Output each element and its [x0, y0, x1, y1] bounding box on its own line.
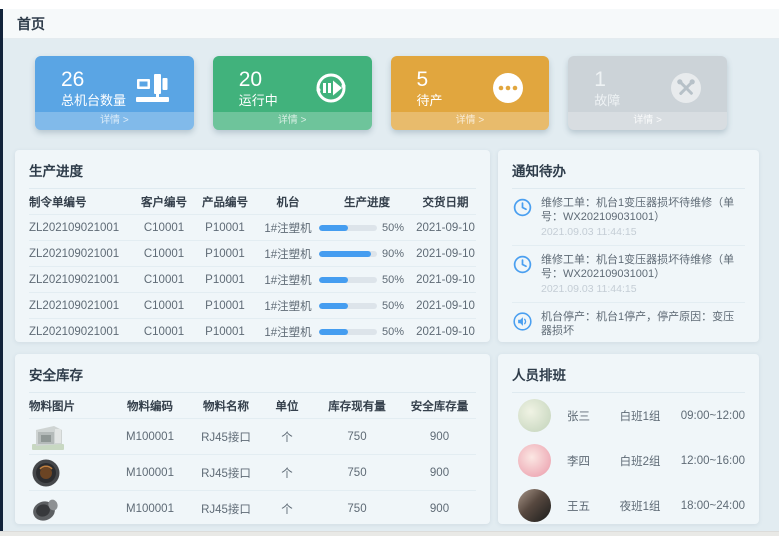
progress-bar — [319, 329, 377, 335]
production-panel: 生产进度 制令单编号 客户编号 产品编号 机台 生产进度 交货日期 ZL2021… — [15, 150, 490, 342]
inventory-row: M100001 RJ45接口 个 750 900 — [29, 455, 476, 491]
tools-icon — [665, 67, 707, 109]
notification-item[interactable]: 机台停产：机台1停产，停产原因：变压器损坏 2021.09.03 11:44:1… — [512, 303, 745, 342]
production-header-row: 制令单编号 客户编号 产品编号 机台 生产进度 交货日期 — [29, 189, 476, 215]
schedule-panel: 人员排班 张三 白班1组 09:00~12:00 李四 白班2组 12:00~1… — [498, 354, 759, 524]
stat-label: 故障 — [594, 92, 620, 109]
clock-icon — [512, 197, 533, 218]
notification-item[interactable]: 维修工单：机台1变压器损坏待维修（单号：WX202109031001） 2021… — [512, 246, 745, 303]
stat-value: 5 — [417, 68, 443, 92]
card-detail-link[interactable]: 详情 > — [213, 112, 372, 130]
notification-time: 2021.09.03 11:44:15 — [541, 283, 745, 296]
progress-bar — [319, 225, 377, 231]
stat-value: 20 — [239, 68, 278, 92]
stat-label: 总机台数量 — [61, 92, 126, 109]
tab-home[interactable]: 首页 — [17, 14, 45, 34]
panel-title-notifications: 通知待办 — [512, 150, 745, 189]
progress-label: 50% — [382, 274, 404, 286]
inventory-header-row: 物料图片 物料编码 物料名称 单位 库存现有量 安全库存量 — [29, 393, 476, 419]
avatar-photo — [518, 489, 551, 522]
inventory-panel: 安全库存 物料图片 物料编码 物料名称 单位 库存现有量 安全库存量 — [15, 354, 490, 524]
clock-icon — [512, 254, 533, 275]
running-icon — [310, 67, 352, 109]
shift-label: 夜班1组 — [620, 498, 681, 514]
avatar-scenic — [518, 399, 551, 432]
inventory-row: M100001 RJ45接口 个 750 900 — [29, 419, 476, 455]
person-name: 张三 — [567, 408, 620, 424]
tab-bar: 首页 — [3, 9, 779, 39]
production-row: ZL202109021001 C10001 P10001 1#注塑机 90% 2… — [29, 241, 476, 267]
stat-label: 待产 — [417, 92, 443, 109]
notification-time: 2021.09.03 11:44:15 — [541, 226, 745, 239]
production-row: ZL202109021001 C10001 P10001 1#注塑机 50% 2… — [29, 267, 476, 293]
inventory-row: M100001 RJ45接口 个 750 900 — [29, 491, 476, 524]
production-row: ZL202109021001 C10001 P10001 1#注塑机 50% 2… — [29, 319, 476, 342]
window-bottom-strip — [0, 531, 779, 536]
card-detail-link[interactable]: 详情 > — [35, 112, 194, 130]
speaker-round-image — [29, 458, 63, 488]
window-top-strip — [0, 0, 779, 9]
dashboard-content: 26 总机台数量 详情 > 20 运行中 — [3, 39, 779, 531]
stat-value: 26 — [61, 68, 126, 92]
production-row: ZL202109021001 C10001 P10001 1#注塑机 50% 2… — [29, 215, 476, 241]
progress-label: 50% — [382, 300, 404, 312]
panel-title-schedule: 人员排班 — [512, 354, 745, 393]
schedule-row: 李四 白班2组 12:00~16:00 — [512, 438, 745, 483]
stat-card-running[interactable]: 20 运行中 详情 > — [213, 56, 372, 130]
shift-time: 18:00~24:00 — [681, 500, 745, 512]
machine-icon — [132, 67, 174, 109]
progress-label: 50% — [382, 222, 404, 234]
panel-title-inventory: 安全库存 — [29, 354, 476, 393]
shift-time: 09:00~12:00 — [681, 410, 745, 422]
card-detail-link[interactable]: 详情 > — [568, 112, 727, 130]
progress-bar — [319, 303, 377, 309]
progress-bar — [319, 277, 377, 283]
speaker-icon — [512, 311, 533, 332]
ellipsis-icon — [487, 67, 529, 109]
production-row: ZL202109021001 C10001 P10001 1#注塑机 50% 2… — [29, 293, 476, 319]
notification-text: 维修工单：机台1变压器损坏待维修（单号：WX202109031001） — [541, 253, 745, 281]
stat-value: 1 — [594, 68, 620, 92]
panel-title-production: 生产进度 — [29, 150, 476, 189]
notification-text: 维修工单：机台1变压器损坏待维修（单号：WX202109031001） — [541, 196, 745, 224]
notification-time: 2021.09.03 11:44:15 — [541, 340, 745, 342]
shift-label: 白班2组 — [620, 453, 681, 469]
card-detail-link[interactable]: 详情 > — [391, 112, 550, 130]
notifications-panel: 通知待办 维修工单：机台1变压器损坏待维修（单号：WX202109031001）… — [498, 150, 759, 342]
progress-label: 90% — [382, 248, 404, 260]
stat-cards: 26 总机台数量 详情 > 20 运行中 — [35, 56, 727, 130]
stat-card-fault[interactable]: 1 故障 详情 > — [568, 56, 727, 130]
shift-time: 12:00~16:00 — [681, 455, 745, 467]
stat-card-pending[interactable]: 5 待产 详情 > — [391, 56, 550, 130]
rj45-image — [29, 422, 67, 452]
panels-grid: 生产进度 制令单编号 客户编号 产品编号 机台 生产进度 交货日期 ZL2021… — [15, 150, 759, 524]
notification-text: 机台停产：机台1停产，停产原因：变压器损坏 — [541, 310, 745, 338]
person-name: 李四 — [567, 453, 620, 469]
schedule-row: 张三 白班1组 09:00~12:00 — [512, 393, 745, 438]
schedule-row: 王五 夜班1组 18:00~24:00 — [512, 483, 745, 524]
stat-card-total-machines[interactable]: 26 总机台数量 详情 > — [35, 56, 194, 130]
progress-bar — [319, 251, 377, 257]
speaker-cone-image — [29, 494, 63, 524]
stat-label: 运行中 — [239, 92, 278, 109]
notification-item[interactable]: 维修工单：机台1变压器损坏待维修（单号：WX202109031001） 2021… — [512, 189, 745, 246]
avatar-pink — [518, 444, 551, 477]
progress-label: 50% — [382, 326, 404, 338]
shift-label: 白班1组 — [620, 408, 681, 424]
person-name: 王五 — [567, 498, 620, 514]
